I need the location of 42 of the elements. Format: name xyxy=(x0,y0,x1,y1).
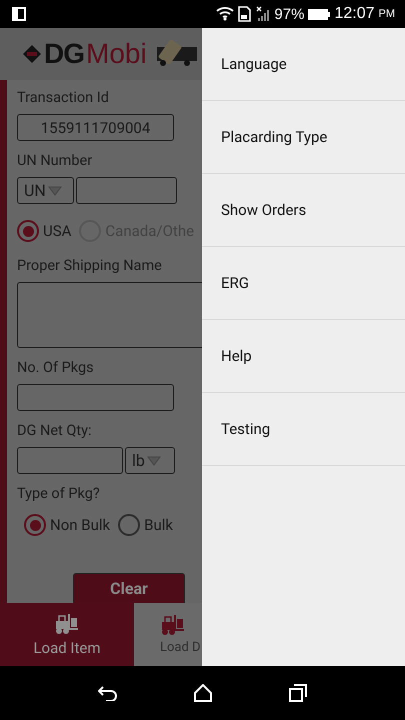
logo-text: DG xyxy=(44,38,84,70)
back-icon[interactable] xyxy=(98,685,118,701)
field-label: No. Of Pkgs xyxy=(17,358,95,378)
packages-field[interactable] xyxy=(17,384,174,411)
shipping-name-field[interactable] xyxy=(17,282,202,348)
dual-window-icon xyxy=(12,7,26,21)
radio-label: USA xyxy=(43,222,72,240)
home-icon[interactable] xyxy=(194,684,212,702)
recent-apps-icon[interactable] xyxy=(288,684,307,702)
clock-meridiem: PM xyxy=(378,8,395,20)
clear-button[interactable]: Clear xyxy=(73,573,185,603)
signal-icon xyxy=(256,6,270,22)
dropdown-caret-icon xyxy=(48,186,62,196)
drawer-menu-item[interactable]: ERG xyxy=(202,247,405,320)
radio-label: Non Bulk xyxy=(50,516,110,534)
field-label: Proper Shipping Name xyxy=(17,256,163,276)
sim-card-icon xyxy=(238,6,252,22)
un-number-field[interactable] xyxy=(76,177,177,204)
dropdown-caret-icon xyxy=(146,456,161,466)
drawer-menu-item[interactable]: Testing xyxy=(202,393,405,466)
field-label: DG Net Qty: xyxy=(17,421,92,441)
bottom-tab[interactable]: Load Item xyxy=(0,603,134,666)
diamond-logo-icon xyxy=(22,44,42,64)
field-label: UN Number xyxy=(17,151,94,171)
drawer-menu-item[interactable]: Language xyxy=(202,28,405,101)
net-qty-field[interactable] xyxy=(17,447,123,474)
field-label: Transaction Id xyxy=(17,88,110,108)
battery-icon xyxy=(308,8,330,20)
radio-button[interactable] xyxy=(118,514,140,536)
clock-time: 12:07 xyxy=(334,5,374,23)
radio-button[interactable] xyxy=(24,514,46,536)
forklift-icon xyxy=(160,614,186,636)
logo-text: Mobi xyxy=(86,38,147,70)
battery-percentage: 97% xyxy=(274,6,304,22)
drawer-menu-item[interactable]: Show Orders xyxy=(202,174,405,247)
field-label: Type of Pkg? xyxy=(17,484,101,504)
drawer-menu-item[interactable]: Help xyxy=(202,320,405,393)
radio-label: Bulk xyxy=(144,516,173,534)
radio-button[interactable] xyxy=(17,220,39,242)
forklift-icon xyxy=(54,612,80,634)
wifi-icon xyxy=(216,6,234,22)
drawer-menu-item[interactable]: Placarding Type xyxy=(202,101,405,174)
